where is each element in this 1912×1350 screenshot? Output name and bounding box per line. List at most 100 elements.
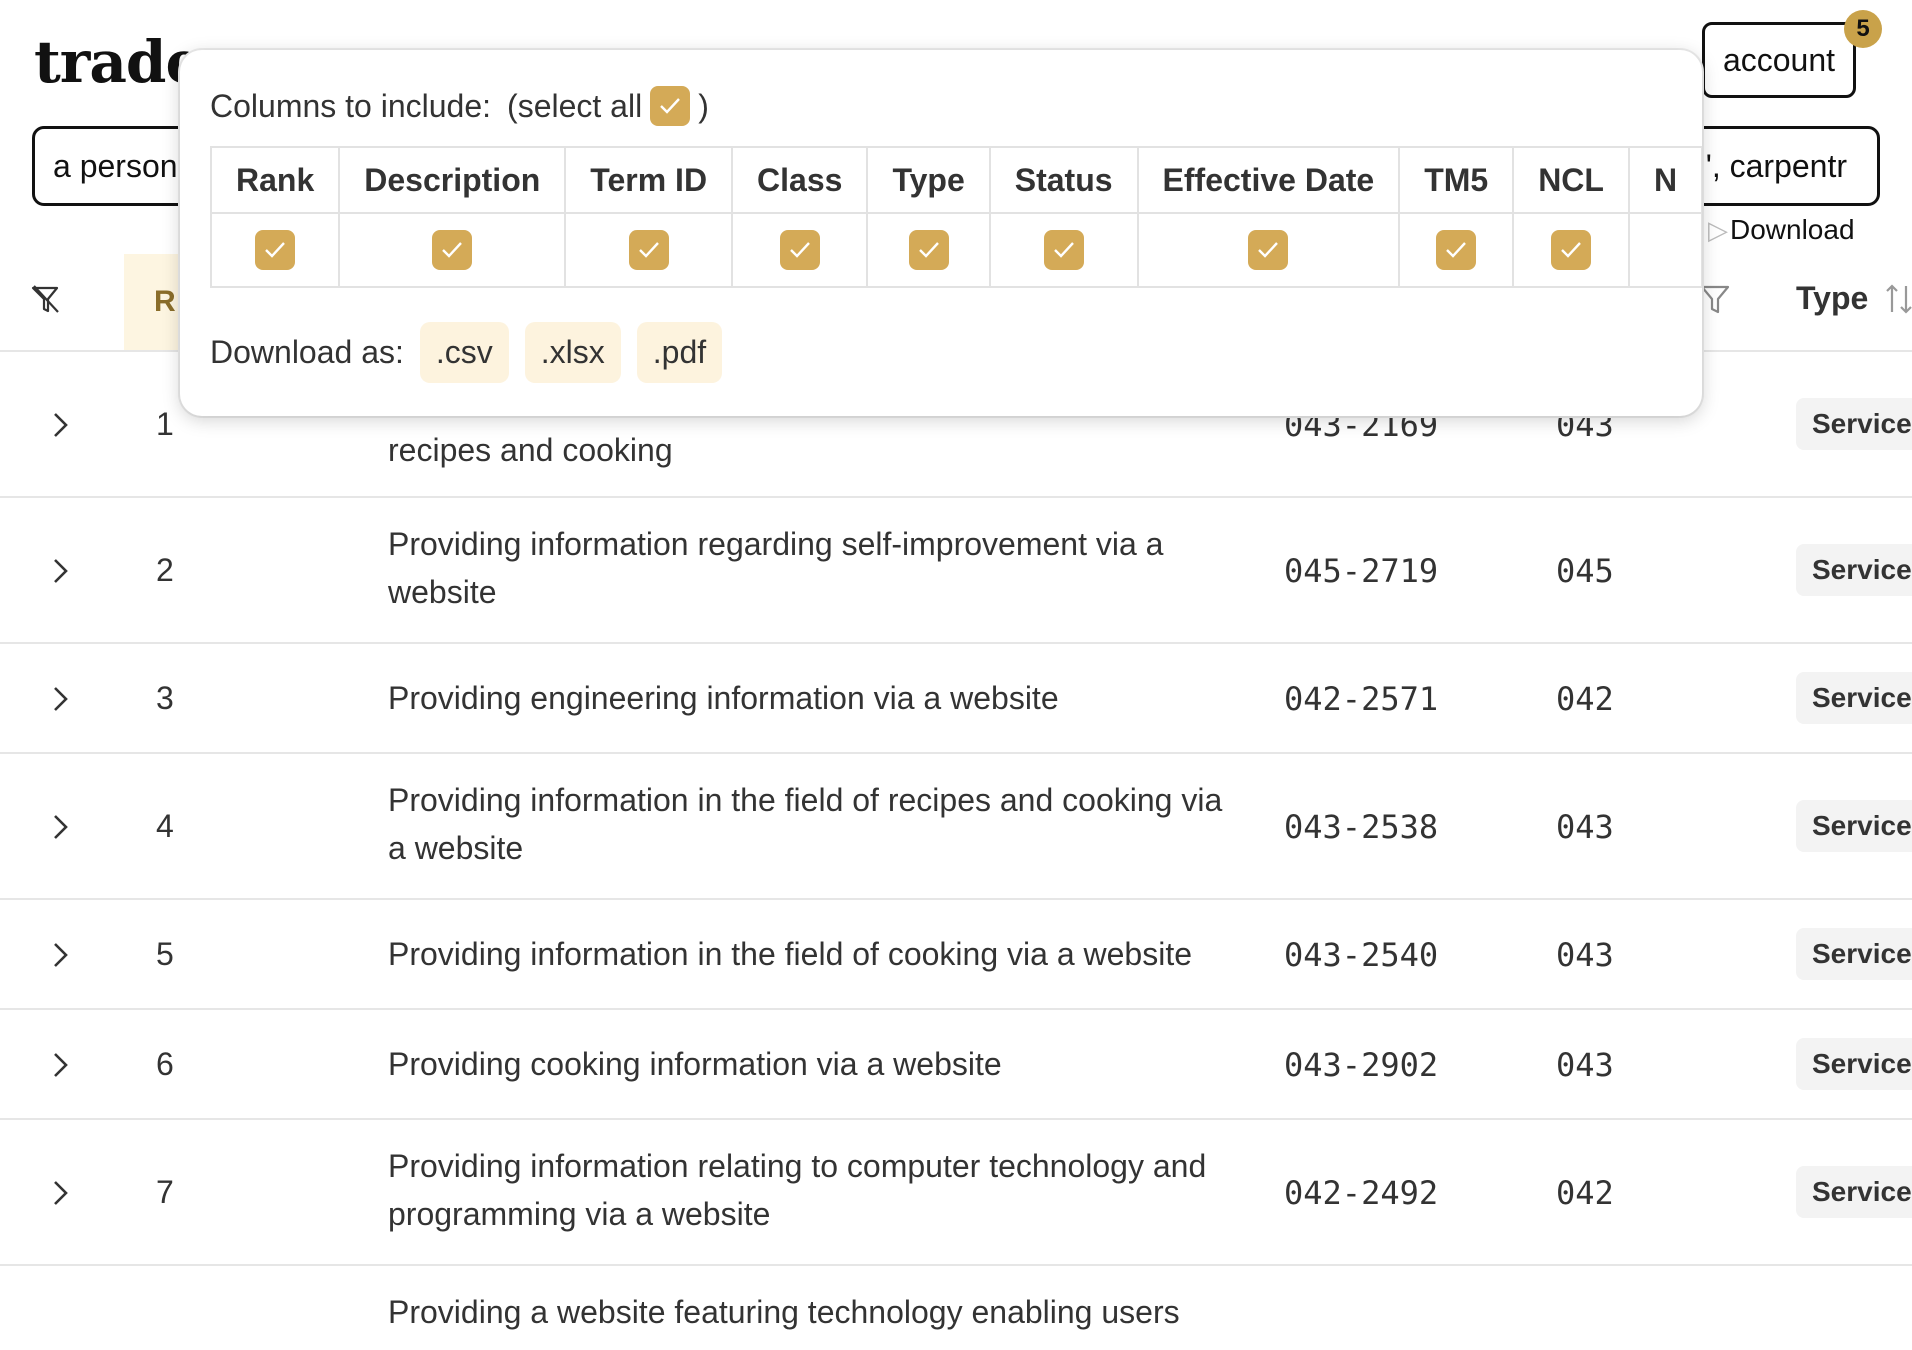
column-checkbox-type[interactable] [908,230,949,270]
term-id-cell: 045-2719 [1284,552,1439,590]
column-cell [209,212,341,288]
check-icon [660,98,681,114]
type-badge: Service [1796,544,1912,596]
description-cell: Providing cooking information via a webs… [388,1046,1002,1082]
column-label-term-id: Term ID [564,146,734,214]
column-checkbox-status[interactable] [1043,230,1084,270]
search-query-end: ', carpentr [1705,147,1847,184]
table-row[interactable]: 4 Providing information in the field of … [0,754,1912,900]
type-filter-icon[interactable] [1700,284,1730,316]
type-badge: Service [1796,1166,1912,1218]
download-popover: Columns to include: (select all ) Rank D… [180,50,1702,416]
table-row[interactable]: 3 Providing engineering information via … [0,644,1912,754]
class-cell: 043 [1556,808,1614,846]
type-badge: Service [1796,800,1912,852]
chevron-right-icon[interactable] [50,684,72,714]
class-cell: 042 [1556,680,1614,718]
check-icon [442,242,463,258]
column-label-type: Type [866,146,991,214]
column-cell [1627,212,1702,288]
rank-cell: 3 [156,680,174,716]
class-cell: 043 [1556,936,1614,974]
column-cell [338,212,567,288]
check-icon [789,242,810,258]
class-cell: 045 [1556,552,1614,590]
table-row[interactable]: 2 Providing information regarding self-i… [0,498,1912,644]
description-cell: Providing information regarding self-imp… [388,526,1164,610]
download-link[interactable]: ▷ Download [1708,214,1855,246]
column-checkbox-class[interactable] [779,230,820,270]
account-button[interactable]: account [1702,22,1856,98]
column-cell [1512,212,1630,288]
column-label-ncl: NCL [1512,146,1630,214]
type-badge: Service [1796,928,1912,980]
check-icon [1446,242,1467,258]
column-checkbox-description[interactable] [432,230,473,270]
column-label-description: Description [338,146,567,214]
columns-label: Columns to include: [210,87,492,124]
type-column-header[interactable]: Type [1796,280,1868,317]
download-format-row: Download as: .csv .xlsx .pdf [210,322,723,383]
chevron-right-icon[interactable] [50,1050,72,1080]
chevron-right-icon[interactable] [50,556,72,586]
rank-cell: 7 [156,1174,174,1210]
rank-cell: 4 [156,808,174,844]
column-checkbox-effective-date[interactable] [1248,230,1289,270]
class-cell: 042 [1556,1174,1614,1212]
description-cell: Providing information relating to comput… [388,1148,1207,1232]
check-icon [1053,242,1074,258]
table-row[interactable]: Providing a website featuring technology… [0,1266,1912,1350]
column-label-next: N [1627,146,1702,214]
download-label: Download [1730,214,1855,245]
column-cell [731,212,869,288]
select-all-close: ) [698,87,709,124]
column-checkbox-ncl[interactable] [1551,230,1592,270]
table-row[interactable]: 5 Providing information in the field of … [0,900,1912,1010]
column-label-tm5: TM5 [1398,146,1515,214]
column-label-status: Status [988,146,1139,214]
rank-cell: 2 [156,552,174,588]
rank-cell: 5 [156,936,174,972]
chevron-right-icon[interactable] [50,812,72,842]
check-icon [265,242,286,258]
column-checkbox-term-id[interactable] [628,230,669,270]
sort-icon[interactable] [1884,282,1912,316]
download-as-label: Download as: [210,334,404,370]
table-row[interactable]: 6 Providing cooking information via a we… [0,1010,1912,1120]
term-id-cell: 043-2538 [1284,808,1439,846]
play-icon: ▷ [1708,214,1728,245]
type-badge: Service [1796,398,1912,450]
rank-cell: 1 [156,406,174,442]
column-cell [564,212,734,288]
description-cell: Providing a website featuring technology… [388,1294,1180,1330]
notification-badge: 5 [1844,10,1882,48]
description-cell: Providing information in the field of co… [388,936,1192,972]
select-all-label: (select all [507,87,643,124]
column-label-effective-date: Effective Date [1136,146,1401,214]
chevron-right-icon[interactable] [50,940,72,970]
chevron-right-icon[interactable] [50,410,72,440]
term-id-cell: 042-2492 [1284,1174,1439,1212]
column-cell [988,212,1139,288]
column-label-class: Class [731,146,869,214]
clear-filter-icon[interactable] [30,284,62,316]
check-icon [638,242,659,258]
column-cell [1136,212,1401,288]
term-id-cell: 043-2540 [1284,936,1439,974]
column-checkbox-rank[interactable] [255,230,296,270]
columns-table: Rank Description Term ID Class Type Stat… [209,146,1702,288]
select-all-checkbox[interactable] [650,86,691,126]
download-csv-button[interactable]: .csv [419,322,509,383]
chevron-right-icon[interactable] [50,1178,72,1208]
description-cell: recipes and cooking [388,432,673,468]
rank-cell: 6 [156,1046,174,1082]
description-cell: Providing engineering information via a … [388,680,1059,716]
download-xlsx-button[interactable]: .xlsx [524,322,621,383]
columns-heading: Columns to include: (select all ) [210,86,709,126]
type-badge: Service [1796,672,1912,724]
column-label-rank: Rank [209,146,341,214]
column-checkbox-tm5[interactable] [1436,230,1477,270]
term-id-cell: 043-2902 [1284,1046,1439,1084]
table-row[interactable]: 7 Providing information relating to comp… [0,1120,1912,1266]
download-pdf-button[interactable]: .pdf [636,322,723,383]
